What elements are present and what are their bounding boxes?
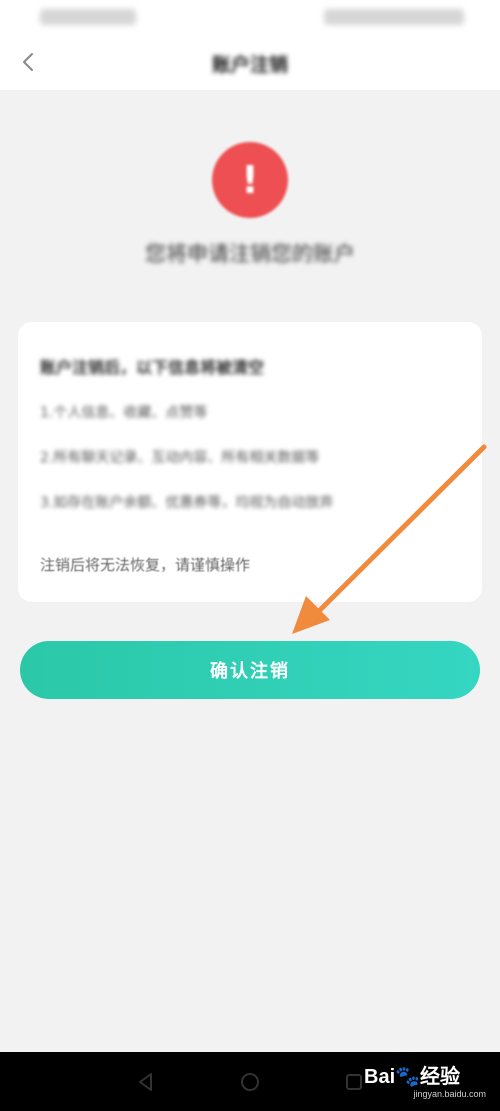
page-title: 账户注销 [211, 54, 288, 76]
screen: 账户注销 ! 您将申请注销您的账户 账户注销后，以下信息将被清空 1.个人信息、… [0, 0, 500, 1111]
card-warning-note: 注销后将无法恢复，请谨慎操作 [40, 556, 251, 574]
watermark-url: jingyan.baidu.com [413, 1089, 486, 1099]
system-home-icon[interactable] [234, 1066, 266, 1098]
status-bar [0, 0, 500, 36]
info-card: 账户注销后，以下信息将被清空 1.个人信息、收藏、点赞等 2.所有聊天记录、互动… [18, 322, 482, 602]
warning-icon: ! [212, 142, 288, 218]
card-line: 2.所有聊天记录、互动内容、所有相关数据等 [40, 450, 320, 466]
status-bar-right [324, 9, 464, 25]
system-back-icon[interactable] [130, 1066, 162, 1098]
confirm-cancel-account-button[interactable]: 确认注销 [20, 641, 480, 699]
confirm-button-label: 确认注销 [210, 661, 290, 682]
warning-title: 您将申请注销您的账户 [145, 242, 355, 266]
card-line: 3.如存在账户余额、优惠券等，均视为自动放弃 [40, 495, 334, 511]
paw-icon: 🐾 [395, 1066, 421, 1088]
status-bar-left [40, 9, 136, 25]
watermark-brand: Bai🐾经验 [364, 1066, 461, 1088]
baidu-jingyan-watermark: Bai🐾经验 jingyan.baidu.com [364, 1058, 492, 1106]
card-heading: 账户注销后，以下信息将被清空 [40, 358, 265, 377]
card-line: 1.个人信息、收藏、点赞等 [40, 405, 208, 421]
nav-bar: 账户注销 [0, 36, 500, 90]
